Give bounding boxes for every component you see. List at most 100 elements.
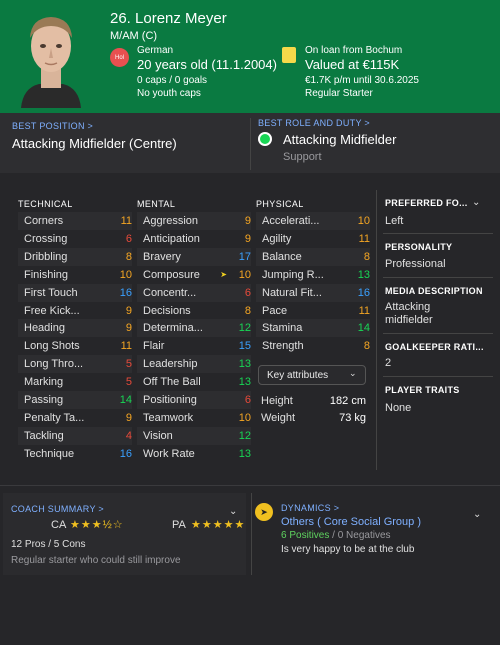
best-role-link[interactable]: BEST ROLE AND DUTY > [258,118,370,128]
attribute-row[interactable]: Anticipation 9 [137,230,251,248]
positives-count: 6 Positives [281,530,330,541]
squad-status: Regular Starter [305,88,373,99]
attribute-name: Pace [262,304,288,317]
attribute-value: 9 [244,215,251,227]
attribute-row[interactable]: Concentr... 6 [137,283,251,302]
attribute-row[interactable]: Penalty Ta... 9 [18,409,132,427]
attribute-value: 8 [244,304,251,317]
player-name: 26. Lorenz Meyer [110,10,227,27]
loan-status[interactable]: On loan from Bochum [305,45,402,56]
attribute-name: Long Thro... [24,358,84,371]
attribute-name: Tackling [24,429,64,442]
attribute-name: Corners [24,215,64,227]
attribute-value: 16 [119,286,132,299]
attribute-row[interactable]: Agility 11 [256,230,370,248]
player-photo [13,8,89,108]
best-position-link[interactable]: BEST POSITION > [12,121,93,131]
separator: / [329,530,338,541]
attribute-value: 10 [238,268,251,281]
attribute-name: Accelerati... [262,215,320,227]
attribute-row[interactable]: Dribbling 8 [18,247,132,266]
attribute-row[interactable]: Jumping R... 13 [256,266,370,284]
attribute-value: 17 [238,250,251,263]
coach-summary-link[interactable]: COACH SUMMARY > [11,504,104,514]
attribute-row[interactable]: Positioning 6 [137,391,251,409]
attribute-row[interactable]: Bravery 17 [137,247,251,266]
attribute-row[interactable]: Strength 8 [256,337,370,355]
attribute-row[interactable]: Free Kick... 9 [18,302,132,320]
attribute-value: 8 [363,340,370,353]
attribute-row[interactable]: Pace 11 [256,302,370,320]
player-traits-label: PLAYER TRAITS [385,385,460,395]
attribute-row[interactable]: Teamwork 10 [137,409,251,427]
attribute-value: 9 [244,232,251,245]
player-value: Valued at €115K [305,57,400,72]
chevron-down-icon[interactable]: ⌄ [349,368,357,379]
nation-badge-icon[interactable]: Hol [110,48,129,67]
positives-negatives: 6 Positives / 0 Negatives [281,530,391,541]
youth-caps: No youth caps [137,88,201,99]
height-value: 182 cm [329,395,366,407]
attribute-name: Vision [143,429,173,442]
attribute-row[interactable]: Aggression 9 [137,212,251,230]
attribute-row[interactable]: Determina... 12 [137,319,251,338]
attribute-name: Technique [24,447,75,460]
attribute-row[interactable]: Stamina 14 [256,319,370,338]
attribute-row[interactable]: Technique 16 [18,445,132,463]
attribute-row[interactable]: Composure ➤ 10 [137,266,251,284]
attribute-value: 11 [358,304,370,317]
attribute-name: Passing [24,394,64,406]
attribute-value: 14 [119,394,132,406]
attribute-name: Flair [143,340,165,353]
attribute-row[interactable]: Decisions 8 [137,302,251,320]
attribute-row[interactable]: Work Rate 13 [137,445,251,463]
ca-star-rating: ★★★½☆ [70,519,124,531]
attribute-row[interactable]: Long Shots 11 [18,337,132,355]
attribute-value: 11 [120,215,132,227]
goalkeeper-rating-value: 2 [385,357,392,369]
attribute-row[interactable]: Tackling 4 [18,426,132,445]
attribute-row[interactable]: Corners 11 [18,212,132,230]
attribute-value: 10 [238,411,251,424]
attribute-row[interactable]: Finishing 10 [18,266,132,284]
divider [383,376,493,377]
attribute-name: Natural Fit... [262,286,322,299]
chevron-down-icon[interactable]: ⌄ [473,509,481,520]
attribute-name: Agility [262,232,292,245]
club-badge-icon[interactable] [282,47,296,63]
physical-header: PHYSICAL [256,199,304,209]
attribute-row[interactable]: Natural Fit... 16 [256,283,370,302]
attribute-row[interactable]: Marking 5 [18,373,132,391]
attribute-name: Long Shots [24,340,80,353]
attribute-row[interactable]: First Touch 16 [18,283,132,302]
preferred-foot-label: PREFERRED FO... [385,198,468,208]
attribute-row[interactable]: Balance 8 [256,247,370,266]
attribute-name: Concentr... [143,286,197,299]
attribute-row[interactable]: Heading 9 [18,319,132,338]
player-position: M/AM (C) [110,30,158,42]
attribute-name: Penalty Ta... [24,411,85,424]
attribute-value: 5 [125,358,132,371]
divider [376,190,377,470]
attribute-name: Decisions [143,304,191,317]
attribute-row[interactable]: Off The Ball 13 [137,373,251,391]
attribute-row[interactable]: Crossing 6 [18,230,132,248]
social-group[interactable]: Others ( Core Social Group ) [281,516,421,528]
player-traits-value: None [385,402,412,414]
attribute-value: 10 [357,215,370,227]
chevron-down-icon[interactable]: ⌄ [472,197,480,208]
nationality[interactable]: German [137,45,173,56]
attribute-row[interactable]: Leadership 13 [137,355,251,374]
attribute-name: Off The Ball [143,376,201,389]
media-description-line2: midfielder [385,314,433,326]
attribute-row[interactable]: Vision 12 [137,426,251,445]
attribute-row[interactable]: Flair 15 [137,337,251,355]
dynamics-link[interactable]: DYNAMICS > [281,503,339,513]
attribute-name: Strength [262,340,304,353]
attribute-row[interactable]: Accelerati... 10 [256,212,370,230]
chevron-down-icon[interactable]: ⌄ [229,506,237,517]
attribute-row[interactable]: Long Thro... 5 [18,355,132,374]
international-caps: 0 caps / 0 goals [137,75,208,86]
goalkeeper-rating-label: GOALKEEPER RATI... [385,342,484,352]
attribute-row[interactable]: Passing 14 [18,391,132,409]
